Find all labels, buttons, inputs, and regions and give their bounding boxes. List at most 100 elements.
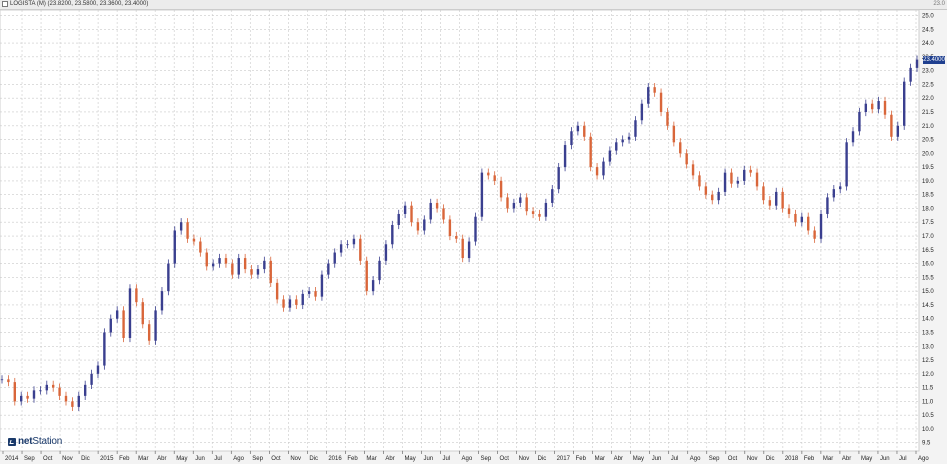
- candle-body: [896, 125, 900, 137]
- candle-body: [339, 244, 343, 253]
- candle-body: [237, 258, 240, 275]
- candle-body: [685, 153, 688, 165]
- candle-body: [890, 114, 893, 137]
- candle-body: [90, 373, 93, 385]
- candle-body: [423, 219, 426, 231]
- candle-body: [512, 202, 516, 209]
- candle-body: [493, 175, 496, 181]
- candle-body: [698, 175, 701, 187]
- candle-body: [346, 244, 349, 246]
- candle-body: [666, 111, 669, 126]
- candle-body: [19, 395, 23, 402]
- candle-body: [83, 384, 87, 396]
- candle-body: [442, 208, 445, 220]
- candle-body: [487, 172, 490, 176]
- x-tick-label: Abr: [842, 456, 851, 462]
- candle-body: [103, 332, 106, 366]
- y-tick-label: 11.5: [922, 386, 934, 392]
- candle-body: [0, 379, 4, 381]
- candle-body: [231, 263, 234, 275]
- candle-body: [519, 197, 522, 203]
- candle-body: [429, 202, 432, 220]
- x-tick-label: Nov: [62, 456, 73, 462]
- candle-body: [205, 252, 208, 267]
- y-tick-label: 15.5: [922, 275, 934, 281]
- y-tick-label: 15.0: [922, 289, 934, 295]
- candle-body: [288, 299, 292, 308]
- candle-body: [115, 310, 119, 319]
- candle-body: [135, 288, 138, 303]
- candle-body: [147, 324, 151, 341]
- x-tick-label: Feb: [119, 456, 130, 462]
- y-tick-label: 24.0: [922, 41, 934, 47]
- candle-body: [403, 205, 407, 214]
- candle-body: [839, 186, 842, 190]
- candle-body: [7, 379, 10, 383]
- candle-body: [199, 241, 202, 253]
- y-tick-label: 18.0: [922, 206, 934, 212]
- candle-body: [551, 189, 554, 203]
- candle-body: [653, 87, 656, 93]
- candle-body: [352, 238, 356, 245]
- x-tick-label: Mar: [366, 456, 376, 462]
- netstation-logo-icon: [8, 437, 16, 446]
- candle-body: [179, 222, 183, 231]
- x-tick-label: 2015: [100, 456, 114, 462]
- candle-body: [122, 310, 125, 338]
- candle-body: [256, 269, 260, 275]
- price-chart[interactable]: 25.024.524.023.523.022.522.021.521.020.5…: [0, 0, 947, 464]
- y-tick-label: 13.5: [922, 330, 934, 336]
- candle-body: [13, 382, 16, 402]
- x-tick-label: Sep: [252, 456, 263, 462]
- candle-body: [141, 302, 144, 325]
- candle-body: [365, 260, 368, 292]
- x-tick-label: Mar: [823, 456, 833, 462]
- y-tick-label: 12.5: [922, 358, 934, 364]
- candle-body: [467, 241, 471, 259]
- candle-body: [263, 260, 266, 270]
- candle-body: [858, 111, 861, 132]
- x-tick-label: Jun: [880, 456, 890, 462]
- y-tick-label: 17.0: [922, 234, 934, 240]
- x-tick-label: 2016: [328, 456, 342, 462]
- y-tick-label: 19.0: [922, 179, 934, 185]
- candle-body: [416, 222, 420, 231]
- y-tick-label: 23.0: [922, 69, 934, 75]
- candle-body: [845, 142, 848, 187]
- x-tick-label: May: [404, 456, 415, 462]
- x-tick-label: Jul: [442, 456, 450, 462]
- candle-body: [794, 213, 797, 223]
- candle-body: [397, 213, 400, 225]
- y-tick-label: 14.0: [922, 317, 934, 323]
- x-tick-label: Sep: [709, 456, 720, 462]
- candle-body: [589, 136, 592, 168]
- candle-body: [627, 136, 631, 140]
- candle-body: [307, 291, 311, 294]
- x-tick-label: May: [176, 456, 187, 462]
- x-tick-label: Nov: [519, 456, 530, 462]
- candle-body: [435, 202, 439, 209]
- chart-window: LOGISTA (M) (23.8200, 23.5800, 23.3600, …: [0, 0, 947, 464]
- y-tick-label: 10.5: [922, 413, 934, 419]
- logo-prefix: net: [18, 436, 33, 447]
- x-tick-label: Jun: [652, 456, 662, 462]
- candle-body: [371, 280, 375, 292]
- candle-body: [448, 219, 452, 237]
- candle-body: [128, 288, 132, 338]
- x-tick-label: Ago: [918, 456, 929, 462]
- candle-body: [525, 197, 528, 212]
- candle-body: [327, 263, 330, 275]
- candle-body: [173, 230, 176, 264]
- x-tick-label: Dic: [309, 456, 318, 462]
- y-tick-label: 22.5: [922, 82, 934, 88]
- y-tick-label: 13.0: [922, 344, 934, 350]
- x-tick-label: Abr: [385, 456, 394, 462]
- candle-body: [544, 202, 548, 217]
- candle-body: [711, 194, 714, 201]
- candle-body: [563, 145, 567, 168]
- y-tick-label: 16.0: [922, 262, 934, 268]
- x-tick-label: Sep: [481, 456, 492, 462]
- candle-body: [506, 197, 509, 209]
- candle-body: [186, 222, 189, 239]
- candle-body: [807, 216, 810, 231]
